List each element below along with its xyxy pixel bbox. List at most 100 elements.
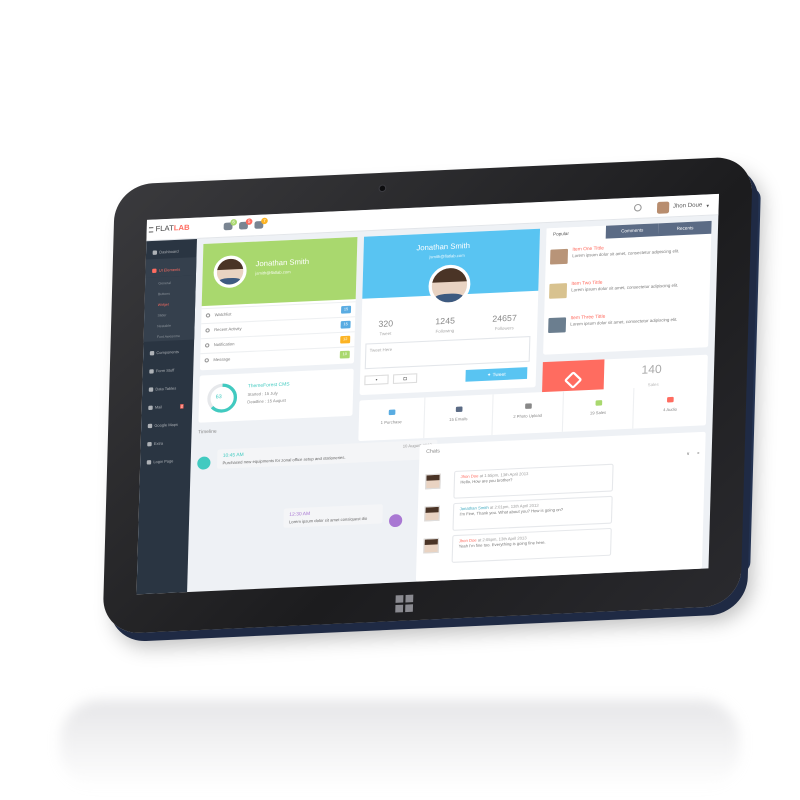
sidebar-submenu: General Buttons Widget Slider Nestable F…: [143, 275, 196, 342]
chat-author[interactable]: Jhon Doe: [459, 538, 477, 543]
twitter-card: Jonathan Smith jsmith@flatlab.com 320 Tw…: [359, 228, 541, 396]
count-badge: 15: [341, 305, 352, 314]
profile-header: Jonathan Smith jsmith@flatlab.com: [201, 237, 358, 307]
progress-percent: 63: [215, 393, 222, 401]
map-marker-button[interactable]: •: [364, 374, 389, 386]
sidebar-item-label: Components: [156, 349, 179, 356]
cogs-icon: [149, 350, 155, 356]
list-item-label: Watchlist: [214, 312, 232, 318]
sidebar-item-label: Mail: [154, 405, 163, 410]
user-name: Jhon Doue: [672, 202, 703, 210]
shortcut-emails[interactable]: 15 Emails: [424, 394, 494, 439]
sidebar-item-ui-elements[interactable]: UI Elements: [145, 257, 197, 278]
user-menu[interactable]: Jhon Doue ▼: [657, 199, 710, 214]
shortcut-sales[interactable]: 19 Sales: [562, 387, 635, 432]
close-icon[interactable]: ×: [697, 450, 700, 455]
chat-bubble: Jhon Doe at 1:55pm, 13th April 2013 Hello…: [453, 463, 614, 499]
sidebar-item-label: UI Elements: [158, 267, 181, 273]
list-item-label: Notification: [213, 342, 235, 348]
sidebar-item-label: Data Tables: [155, 386, 177, 392]
tab-popular[interactable]: Popular: [546, 225, 607, 242]
user-icon: [146, 460, 152, 465]
tweet-button[interactable]: ✦ Tweet: [465, 367, 528, 382]
sidebar-item-label: Extra: [153, 441, 164, 447]
sidebar-item-mail[interactable]: Mail 2: [142, 394, 193, 414]
send-icon[interactable]: [388, 513, 403, 528]
profile-card: Jonathan Smith jsmith@flatlab.com Watchl…: [199, 237, 358, 371]
tab-recents[interactable]: Recents: [658, 220, 712, 237]
sidebar-item-data-tables[interactable]: Data Tables: [142, 376, 193, 396]
glass-icon: [147, 441, 152, 447]
notification-badge: 5: [245, 218, 253, 226]
dashboard-icon: [152, 250, 158, 255]
tag-icon: [594, 400, 602, 406]
mail-icon[interactable]: 5: [238, 218, 253, 230]
sidebar-item-label: Dashboard: [159, 249, 179, 255]
product-photo: FLATLAB 6 5 7 Jhon Doue ▼ Dashboard UI E…: [0, 0, 800, 800]
profile-email: jsmith@flatlab.com: [255, 269, 291, 276]
chat-avatar: [424, 505, 440, 522]
count-badge: 15: [340, 320, 351, 329]
list-item[interactable]: Item Two Tittle Lorem ipsum dolor sit am…: [549, 272, 719, 308]
envelope-icon: [204, 358, 210, 363]
bell-icon[interactable]: 7: [254, 217, 268, 229]
tweet-input[interactable]: Tweet Here: [364, 336, 531, 370]
tab-comments[interactable]: Comments: [605, 223, 659, 239]
chats-card: Chats ∨ × Jhon Doe at 1:55pm, 13th April…: [415, 431, 706, 582]
tweet-label: Tweet: [379, 330, 392, 337]
map-marker-icon: [147, 423, 153, 429]
table-reflection: [60, 700, 740, 790]
timeline-title: Timeline: [198, 428, 217, 435]
shortcut-purchase[interactable]: 1 Purchase: [358, 397, 426, 442]
twitter-avatar: [427, 263, 471, 307]
followers-label: Followers: [494, 325, 514, 332]
sidebar-item-login-page[interactable]: Login Page: [140, 449, 191, 469]
shopping-cart-icon: [388, 409, 395, 416]
notification-badge: 6: [230, 218, 238, 226]
collapse-icon[interactable]: ∨: [686, 451, 689, 456]
chat-text: Hello, How are you brother?: [460, 477, 513, 485]
chats-title: Chats: [426, 449, 440, 456]
progress-title: ThemeForest CMS: [247, 381, 290, 389]
chat-avatar: [423, 537, 440, 554]
chevron-down-icon: ▼: [705, 202, 710, 208]
tasks-icon: [149, 369, 154, 374]
timeline-avatar: [197, 456, 211, 470]
tablet-device: FLATLAB 6 5 7 Jhon Doue ▼ Dashboard UI E…: [102, 156, 761, 635]
eye-icon: [205, 313, 211, 318]
sidebar-item-google-maps[interactable]: Google Maps: [141, 412, 192, 432]
shortcut-label: 19 Sales: [589, 410, 607, 416]
item-thumbnail: [548, 317, 567, 334]
shortcut-label: 4 Audio: [663, 407, 678, 413]
sidebar-item-form-stuff[interactable]: Form Stuff: [143, 358, 194, 378]
event-text: Lorem ipsum dolor sit amet consiquest di…: [288, 516, 368, 525]
chat-avatar: [425, 473, 441, 490]
shortcut-strip: 1 Purchase 15 Emails 2 Photo Upload 19 S…: [358, 384, 708, 442]
list-item[interactable]: Item One Tittle Lorem ipsum dolor sit am…: [550, 237, 719, 273]
camera-button[interactable]: ◘: [392, 373, 418, 384]
count-badge: 12: [340, 335, 351, 344]
shortcut-photo-upload[interactable]: 2 Photo Upload: [492, 391, 565, 435]
picture-icon: [524, 403, 532, 409]
list-item[interactable]: Item Three Tittle Lorem ipsum dolor sit …: [548, 306, 719, 342]
tweet-count: 320: [378, 318, 394, 330]
menu-icon[interactable]: [148, 227, 154, 233]
app-logo[interactable]: FLATLAB: [155, 224, 189, 233]
sidebar-item-dashboard[interactable]: Dashboard: [146, 239, 197, 259]
shortcut-label: 15 Emails: [449, 416, 468, 423]
chat-author[interactable]: Jhon Doe: [461, 474, 479, 479]
windows-logo-icon[interactable]: [395, 594, 414, 613]
tasks-icon[interactable]: 6: [223, 218, 238, 231]
popular-card: Popular Comments Recents Item One Tittle…: [543, 220, 712, 355]
list-item-label: Message: [213, 357, 231, 363]
progress-deadline: Deadline : 15 August: [247, 398, 286, 405]
clock-icon: [205, 328, 210, 333]
sidebar-item-components[interactable]: Components: [143, 340, 194, 360]
shortcut-audio[interactable]: 4 Audio: [633, 385, 707, 429]
search-icon[interactable]: [633, 203, 642, 212]
tag-icon: [563, 370, 583, 390]
shortcut-label: 1 Purchase: [380, 419, 402, 426]
sidebar-item-extra[interactable]: Extra: [141, 431, 192, 451]
timeline-event: 12:30 AM Lorem ipsum dolor sit amet cons…: [283, 504, 383, 528]
profile-avatar: [213, 254, 248, 289]
